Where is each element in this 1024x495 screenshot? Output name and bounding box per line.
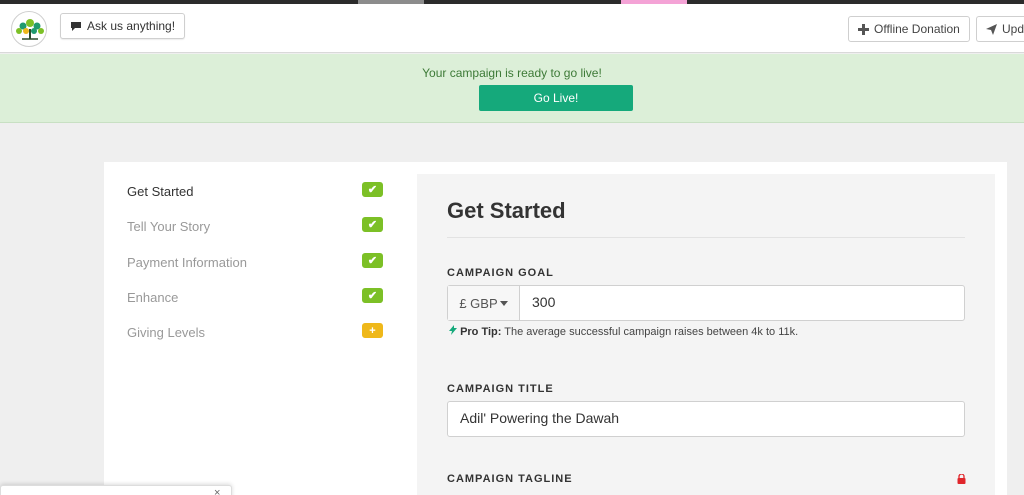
update-button[interactable]: Upda xyxy=(976,16,1024,42)
check-icon: ✔ xyxy=(362,288,383,303)
go-live-button[interactable]: Go Live! xyxy=(479,85,633,111)
go-live-banner: Your campaign is ready to go live! Go Li… xyxy=(0,54,1024,123)
nav-item-label: Enhance xyxy=(127,290,179,305)
pro-tip-label: Pro Tip: xyxy=(460,326,502,338)
plus-icon: + xyxy=(362,323,383,338)
pro-tip-text: The average successful campaign raises b… xyxy=(501,326,799,338)
close-icon[interactable]: × xyxy=(214,487,220,495)
check-icon: ✔ xyxy=(362,182,383,197)
page-title: Get Started xyxy=(447,198,566,223)
lock-icon xyxy=(957,474,966,484)
ask-us-button[interactable]: Ask us anything! xyxy=(60,13,186,39)
ask-us-label: Ask us anything! xyxy=(87,19,176,33)
campaign-goal-input[interactable]: 300 xyxy=(532,294,932,310)
campaign-goal-label: CAMPAIGN GOAL xyxy=(447,267,554,279)
setup-steps-nav: Get Started ✔ Tell Your Story ✔ Payment … xyxy=(104,162,417,495)
campaign-goal-group: £ GBP 300 xyxy=(447,285,965,321)
app-header: Ask us anything! Offline Donation Upda xyxy=(0,4,1024,53)
offline-donation-label: Offline Donation xyxy=(874,22,960,36)
check-icon: ✔ xyxy=(362,253,383,268)
pro-tip: Pro Tip: The average successful campaign… xyxy=(449,325,798,338)
divider xyxy=(447,237,965,238)
logo-icon[interactable] xyxy=(11,11,47,47)
banner-message: Your campaign is ready to go live! xyxy=(422,66,602,80)
campaign-tagline-label: CAMPAIGN TAGLINE xyxy=(447,473,573,485)
campaign-title-input[interactable]: Adil' Powering the Dawah xyxy=(447,401,965,437)
update-label: Upda xyxy=(1002,22,1024,36)
currency-select[interactable]: £ GBP xyxy=(448,286,520,320)
nav-item-giving-levels[interactable]: Giving Levels + xyxy=(127,323,383,343)
check-icon: ✔ xyxy=(362,217,383,232)
currency-value: £ GBP xyxy=(459,295,498,311)
nav-item-payment-information[interactable]: Payment Information ✔ xyxy=(127,253,383,273)
nav-item-label: Tell Your Story xyxy=(127,219,211,234)
chat-popup[interactable]: × xyxy=(0,485,232,495)
nav-item-get-started[interactable]: Get Started ✔ xyxy=(127,182,383,202)
nav-item-label: Payment Information xyxy=(127,255,247,270)
nav-item-label: Giving Levels xyxy=(127,325,206,340)
nav-item-enhance[interactable]: Enhance ✔ xyxy=(127,288,383,308)
nav-item-tell-your-story[interactable]: Tell Your Story ✔ xyxy=(127,217,383,237)
offline-donation-button[interactable]: Offline Donation xyxy=(848,16,970,42)
campaign-setup-panel: Get Started ✔ Tell Your Story ✔ Payment … xyxy=(104,162,1007,495)
send-icon xyxy=(986,23,997,35)
campaign-title-label: CAMPAIGN TITLE xyxy=(447,383,554,395)
get-started-form: Get Started CAMPAIGN GOAL £ GBP 300 Pro … xyxy=(417,174,995,495)
caret-down-icon xyxy=(499,300,508,306)
lightning-icon xyxy=(449,325,457,335)
nav-item-label: Get Started xyxy=(127,184,194,199)
plus-icon xyxy=(858,23,869,35)
chat-icon xyxy=(71,21,81,31)
